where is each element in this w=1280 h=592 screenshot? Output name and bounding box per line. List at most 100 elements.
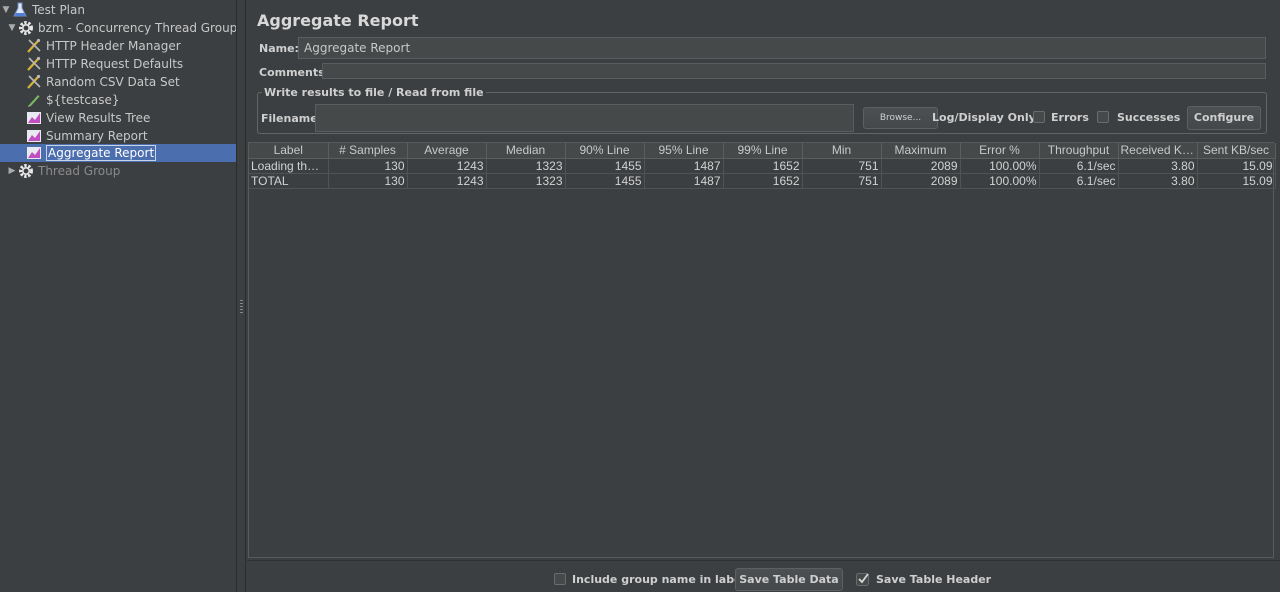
name-input[interactable]: Aggregate Report — [298, 37, 1266, 59]
table-cell: 130 — [328, 173, 408, 189]
filename-label: Filename — [261, 112, 318, 125]
flask-icon — [12, 2, 28, 18]
expand-toggle-icon[interactable]: ▼ — [6, 19, 18, 37]
errors-label: Errors — [1051, 111, 1089, 124]
wrench-icon — [26, 38, 42, 54]
tree-item-concurrency-thread-group[interactable]: ▼ bzm - Concurrency Thread Group — [6, 19, 237, 37]
table-cell: 1487 — [644, 173, 724, 189]
filename-input[interactable] — [315, 104, 854, 132]
table-row[interactable]: Loading the ... 130 1243 1323 1455 1487 … — [249, 158, 1276, 174]
graph-icon — [26, 128, 42, 144]
table-cell: 1243 — [407, 173, 487, 189]
tree-item-aggregate-report[interactable]: Aggregate Report — [0, 144, 236, 162]
tree-item-view-results-tree[interactable]: View Results Tree — [26, 109, 150, 127]
tree-item-http-request-defaults[interactable]: HTTP Request Defaults — [26, 55, 183, 73]
aggregate-report-panel: Aggregate Report Name: Aggregate Report … — [247, 0, 1280, 592]
tree-item-thread-group[interactable]: ▶ Thread Group — [6, 162, 120, 180]
tree-item-testcase[interactable]: ${testcase} — [26, 91, 120, 109]
log-display-only-label: Log/Display Only: — [932, 111, 1041, 124]
table-cell: 1455 — [565, 173, 645, 189]
column-header[interactable]: 95% Line — [644, 143, 724, 159]
table-cell: 100.00% — [960, 173, 1040, 189]
column-header[interactable]: Throughput — [1039, 143, 1119, 159]
column-header[interactable]: Sent KB/sec — [1197, 143, 1276, 159]
wrench-icon — [26, 56, 42, 72]
results-table[interactable]: Label # Samples Average Median 90% Line … — [249, 143, 1276, 189]
table-cell: 1652 — [723, 158, 803, 174]
table-cell: 15.09 — [1197, 173, 1276, 189]
save-table-data-button[interactable]: Save Table Data — [735, 568, 843, 591]
table-header-row: Label # Samples Average Median 90% Line … — [249, 143, 1276, 159]
table-cell: 3.80 — [1118, 158, 1198, 174]
pencil-icon — [26, 92, 42, 108]
successes-checkbox[interactable] — [1097, 111, 1109, 123]
tree-item-label: bzm - Concurrency Thread Group — [38, 21, 238, 35]
table-cell: 6.1/sec — [1039, 158, 1119, 174]
table-cell: 1652 — [723, 173, 803, 189]
tree-item-label: View Results Tree — [46, 111, 151, 125]
page-title: Aggregate Report — [257, 11, 419, 30]
checkmark-icon — [856, 573, 869, 586]
column-header[interactable]: Median — [486, 143, 566, 159]
tree-item-label: Thread Group — [38, 164, 121, 178]
table-cell: 751 — [802, 158, 882, 174]
file-options-legend: Write results to file / Read from file — [262, 86, 486, 99]
table-cell: TOTAL — [249, 173, 329, 189]
table-cell: 1243 — [407, 158, 487, 174]
tree-item-summary-report[interactable]: Summary Report — [26, 127, 148, 145]
name-label: Name: — [259, 42, 299, 55]
tree-item-test-plan[interactable]: ▼ Test Plan — [0, 1, 85, 19]
table-cell: 1487 — [644, 158, 724, 174]
gear-icon — [18, 163, 34, 179]
save-table-header-label: Save Table Header — [876, 573, 992, 586]
graph-icon — [26, 145, 42, 161]
tree-item-http-header-manager[interactable]: HTTP Header Manager — [26, 37, 181, 55]
results-table-area[interactable]: Label # Samples Average Median 90% Line … — [248, 142, 1276, 558]
column-header[interactable]: Min — [802, 143, 882, 159]
configure-button[interactable]: Configure — [1187, 106, 1261, 130]
successes-label: Successes — [1117, 111, 1181, 124]
table-cell: 15.09 — [1197, 158, 1276, 174]
graph-icon — [26, 110, 42, 126]
tree-item-random-csv-data-set[interactable]: Random CSV Data Set — [26, 73, 180, 91]
table-cell: 1455 — [565, 158, 645, 174]
table-cell: Loading the ... — [249, 158, 329, 174]
table-cell: 751 — [802, 173, 882, 189]
table-cell: 3.80 — [1118, 173, 1198, 189]
expand-toggle-icon[interactable]: ▶ — [6, 162, 18, 180]
column-header[interactable]: Received KB/... — [1118, 143, 1198, 159]
table-row[interactable]: TOTAL 130 1243 1323 1455 1487 1652 751 2… — [249, 173, 1276, 189]
include-group-name-checkbox[interactable] — [554, 573, 566, 585]
table-cell: 1323 — [486, 158, 566, 174]
tree-item-label: Random CSV Data Set — [46, 75, 180, 89]
column-header[interactable]: # Samples — [328, 143, 408, 159]
column-header[interactable]: Label — [249, 143, 329, 159]
wrench-icon — [26, 74, 42, 90]
table-cell: 100.00% — [960, 158, 1040, 174]
table-options-bar: Include group name in label? Save Table … — [247, 560, 1280, 592]
table-cell: 2089 — [881, 173, 961, 189]
browse-button[interactable]: Browse... — [863, 107, 938, 129]
comments-label: Comments: — [259, 66, 330, 79]
tree-item-label: HTTP Request Defaults — [46, 57, 184, 71]
comments-input[interactable] — [322, 63, 1266, 79]
tree-item-label: Test Plan — [32, 3, 85, 17]
tree-item-label: ${testcase} — [46, 93, 120, 107]
test-plan-tree[interactable]: ▼ Test Plan ▼ bzm - Concurrency Thread G… — [0, 0, 237, 592]
errors-checkbox[interactable] — [1033, 111, 1045, 123]
drag-handle-icon[interactable] — [240, 300, 243, 314]
tree-item-label: HTTP Header Manager — [46, 39, 181, 53]
save-table-header-checkbox[interactable] — [856, 573, 869, 586]
column-header[interactable]: Error % — [960, 143, 1040, 159]
tree-item-label: Summary Report — [46, 129, 148, 143]
column-header[interactable]: 90% Line — [565, 143, 645, 159]
include-group-name-label: Include group name in label? — [572, 573, 752, 586]
table-cell: 6.1/sec — [1039, 173, 1119, 189]
split-pane-divider[interactable] — [236, 0, 246, 592]
table-cell: 2089 — [881, 158, 961, 174]
gear-icon — [18, 20, 34, 36]
column-header[interactable]: Average — [407, 143, 487, 159]
expand-toggle-icon[interactable]: ▼ — [0, 1, 12, 19]
column-header[interactable]: 99% Line — [723, 143, 803, 159]
column-header[interactable]: Maximum — [881, 143, 961, 159]
